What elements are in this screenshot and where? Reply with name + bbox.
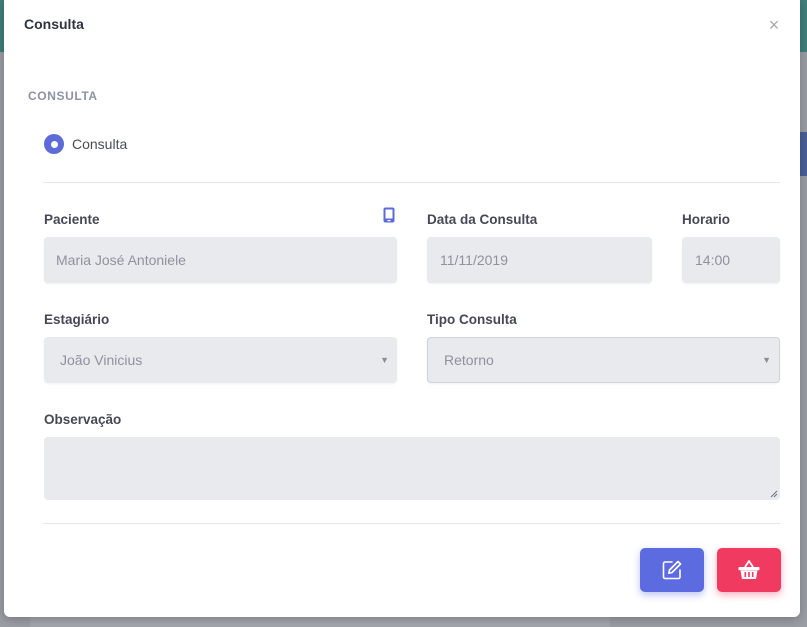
basket-icon <box>738 560 760 579</box>
data-consulta-value: 11/11/2019 <box>440 252 508 268</box>
data-consulta-field[interactable]: 11/11/2019 <box>427 237 652 283</box>
observacao-label: Observação <box>44 412 122 427</box>
caret-down-icon: ▼ <box>380 355 389 365</box>
divider <box>43 182 780 183</box>
paciente-field[interactable]: Maria José Antoniele <box>44 237 397 283</box>
background-footer <box>30 617 610 627</box>
mobile-phone-icon[interactable] <box>383 207 395 223</box>
horario-label: Horario <box>682 212 731 227</box>
modal-title: Consulta <box>24 16 84 32</box>
consulta-modal: Consulta × CONSULTA Consulta Paciente Ma… <box>4 0 800 617</box>
tipo-consulta-select[interactable]: Retorno ▼ <box>427 337 780 383</box>
consulta-radio-option[interactable]: Consulta <box>44 134 127 154</box>
radio-button[interactable] <box>44 134 64 154</box>
data-consulta-label: Data da Consulta <box>427 212 538 227</box>
edit-button[interactable] <box>640 548 704 592</box>
estagiario-label: Estagiário <box>44 312 110 327</box>
radio-label: Consulta <box>72 136 128 152</box>
horario-value: 14:00 <box>695 252 731 268</box>
tipo-consulta-value: Retorno <box>444 352 494 368</box>
close-button[interactable]: × <box>766 15 782 35</box>
tipo-consulta-label: Tipo Consulta <box>427 312 517 327</box>
delete-button[interactable] <box>717 548 781 592</box>
paciente-value: Maria José Antoniele <box>56 252 186 268</box>
observacao-textarea[interactable] <box>44 437 780 500</box>
divider <box>43 523 780 524</box>
background-card <box>800 132 807 176</box>
caret-down-icon: ▼ <box>762 355 771 365</box>
estagiario-value: João Vinicius <box>60 352 143 368</box>
horario-field[interactable]: 14:00 <box>682 237 780 283</box>
resize-handle-icon[interactable] <box>770 490 778 498</box>
section-label: CONSULTA <box>28 89 98 103</box>
paciente-label: Paciente <box>44 212 100 227</box>
estagiario-select[interactable]: João Vinicius ▼ <box>44 337 397 383</box>
edit-icon <box>662 560 682 580</box>
